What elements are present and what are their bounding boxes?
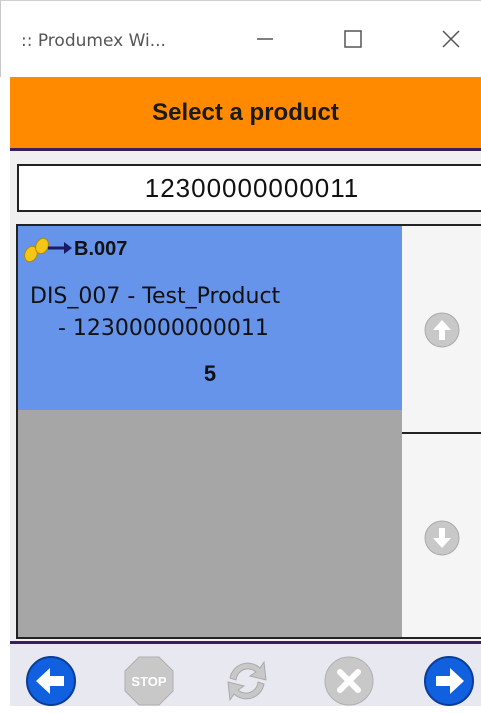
maximize-icon[interactable] [333, 19, 373, 59]
cancel-icon[interactable] [322, 654, 376, 708]
close-icon[interactable] [431, 19, 471, 59]
location-label: B.007 [74, 238, 128, 260]
footer-toolbar: STOP [10, 641, 481, 706]
scroll-up-icon[interactable] [422, 310, 462, 350]
back-icon[interactable] [24, 654, 78, 708]
scroll-panel [402, 224, 481, 639]
window-title: :: Produmex Wi... [21, 31, 166, 51]
product-name: DIS_007 - Test_Product [30, 284, 281, 309]
product-list[interactable]: B.007 DIS_007 - Test_Product - 123000000… [16, 224, 404, 639]
page-title: Select a product [152, 98, 339, 126]
location-row: B.007 [22, 230, 127, 269]
footsteps-arrow-icon [22, 230, 72, 269]
minimize-icon[interactable] [245, 19, 285, 59]
scroll-divider [402, 432, 481, 434]
stop-icon[interactable]: STOP [122, 654, 176, 708]
left-edge [0, 151, 10, 641]
forward-icon[interactable] [422, 654, 476, 708]
product-quantity: 5 [203, 361, 217, 386]
product-barcode: - 12300000000011 [58, 316, 269, 341]
barcode-input[interactable]: 12300000000011 [17, 164, 481, 212]
window-titlebar: :: Produmex Wi... [0, 0, 481, 77]
refresh-icon[interactable] [220, 654, 274, 708]
list-item[interactable]: B.007 DIS_007 - Test_Product - 123000000… [18, 226, 402, 410]
scroll-down-icon[interactable] [422, 518, 462, 558]
page-header: Select a product [10, 77, 481, 151]
stop-label: STOP [131, 674, 166, 689]
barcode-value: 12300000000011 [144, 172, 360, 203]
